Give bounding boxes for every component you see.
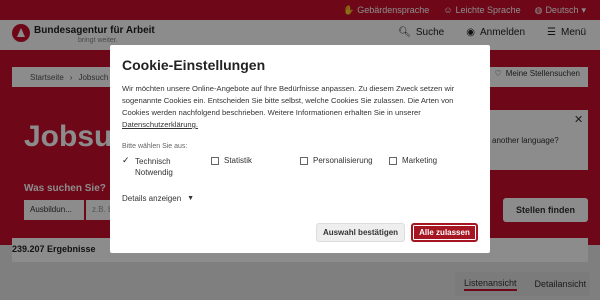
- caret-down-icon: ▼: [187, 195, 195, 202]
- cookie-options: ✓ Technisch Notwendig Statistik Personal…: [122, 155, 478, 178]
- checkmark-icon: ✓: [122, 155, 130, 165]
- marketing-checkbox[interactable]: [389, 157, 397, 165]
- dialog-title: Cookie-Einstellungen: [122, 57, 266, 73]
- option-marketing[interactable]: Marketing: [389, 156, 478, 178]
- dialog-buttons: Auswahl bestätigen Alle zulassen: [316, 223, 478, 242]
- details-toggle[interactable]: Details anzeigen ▼: [122, 194, 478, 203]
- accept-all-button[interactable]: Alle zulassen: [411, 223, 478, 242]
- privacy-link[interactable]: Datenschutzerklärung.: [122, 120, 198, 129]
- personalization-checkbox[interactable]: [300, 157, 308, 165]
- choose-label: Bitte wählen Sie aus:: [122, 143, 188, 150]
- option-statistics[interactable]: Statistik: [211, 156, 300, 178]
- option-necessary: ✓ Technisch Notwendig: [122, 155, 173, 177]
- cookie-dialog: Cookie-Einstellungen Wir möchten unsere …: [110, 45, 490, 253]
- statistics-checkbox[interactable]: [211, 157, 219, 165]
- confirm-selection-button[interactable]: Auswahl bestätigen: [316, 223, 405, 242]
- option-personalization[interactable]: Personalisierung: [300, 156, 389, 178]
- dialog-description: Wir möchten unsere Online-Angebote auf I…: [122, 84, 455, 129]
